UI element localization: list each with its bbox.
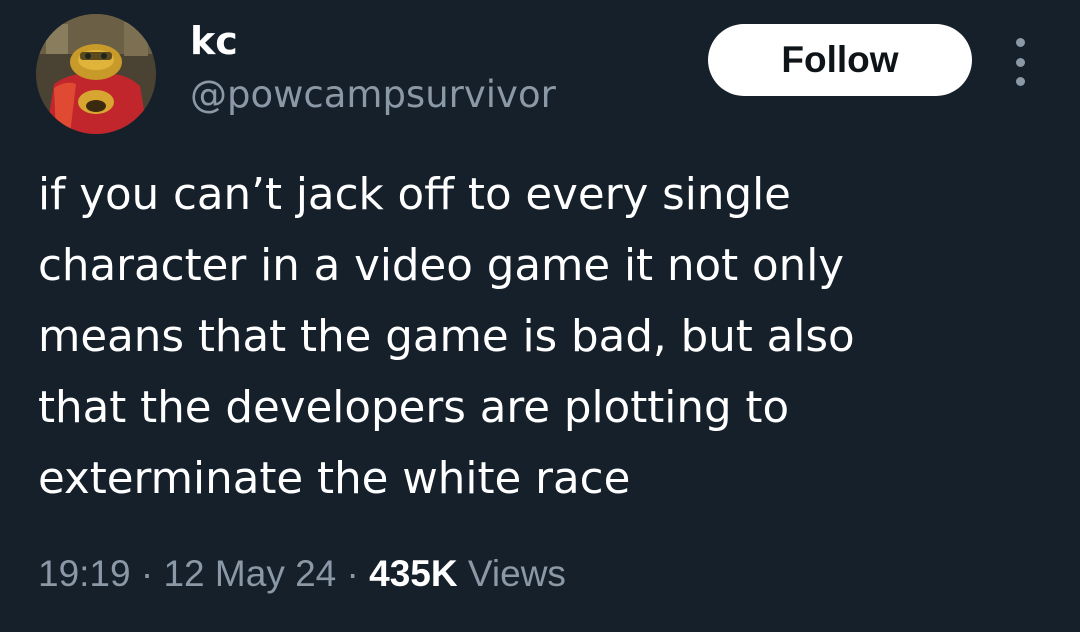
tweet-date[interactable]: 12 May 24	[163, 553, 336, 594]
views-label: Views	[457, 553, 566, 594]
tweet-text: if you can’t jack off to every single ch…	[38, 170, 855, 504]
avatar-image	[36, 14, 156, 134]
views-count: 435K	[369, 553, 458, 594]
tweet-card: kc @powcampsurvivor Follow if you can’t …	[0, 0, 1080, 632]
tweet-time[interactable]: 19:19	[38, 553, 131, 594]
meta-separator: ·	[130, 553, 164, 594]
meta-separator: ·	[336, 553, 370, 594]
more-dot	[1015, 77, 1025, 86]
user-handle[interactable]: @powcampsurvivor	[190, 72, 556, 118]
display-name[interactable]: kc	[190, 18, 556, 64]
more-dot	[1015, 38, 1025, 47]
tweet-meta: 19:19 · 12 May 24 · 435K Views	[38, 548, 566, 600]
more-dot	[1015, 57, 1025, 67]
follow-button[interactable]: Follow	[708, 24, 972, 96]
author-info: kc @powcampsurvivor	[190, 18, 556, 118]
more-options-icon[interactable]	[1002, 38, 1038, 86]
avatar[interactable]	[36, 14, 156, 134]
